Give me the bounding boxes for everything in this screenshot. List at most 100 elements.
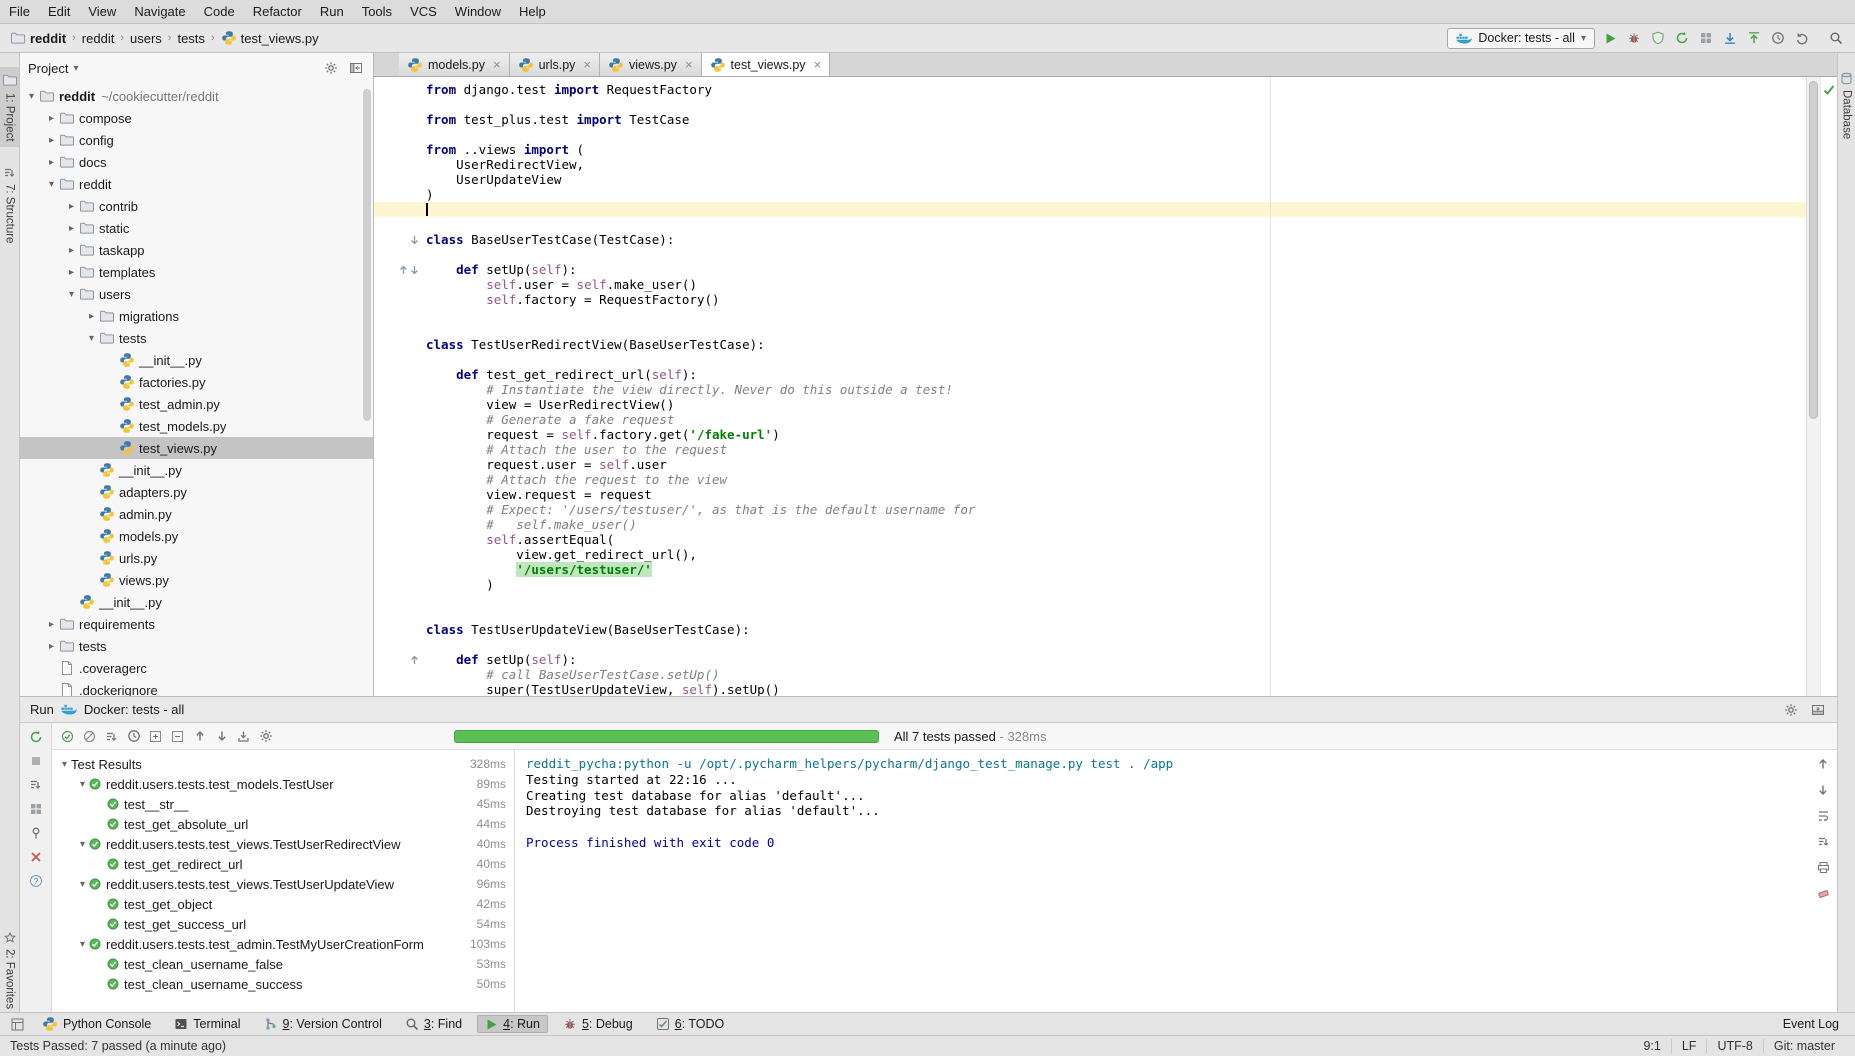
tool-window-button-python-console[interactable]: Python Console (34, 1014, 159, 1034)
collapse-arrow-icon[interactable]: ▾ (84, 333, 99, 344)
vcs-up-button[interactable] (1743, 27, 1765, 49)
tree-item-compose[interactable]: ▸compose (20, 107, 373, 129)
code-line[interactable] (374, 307, 1806, 322)
tree-item-admin-py[interactable]: admin.py (20, 503, 373, 525)
menu-view[interactable]: View (79, 0, 125, 23)
code-line[interactable]: request = self.factory.get('/fake-url') (374, 427, 1806, 442)
code-line[interactable]: class TestUserRedirectView(BaseUserTestC… (374, 337, 1806, 352)
expand-arrow-icon[interactable]: ▸ (44, 619, 59, 630)
collapse-arrow-icon[interactable]: ▾ (76, 879, 89, 890)
test-row-reddit-users-tests-test-views-testuserredirectview[interactable]: ▾reddit.users.tests.test_views.TestUserR… (52, 834, 514, 854)
code-line[interactable]: def test_get_redirect_url(self): (374, 367, 1806, 382)
code-line[interactable]: # Attach the user to the request (374, 442, 1806, 457)
collapse-arrow-icon[interactable]: ▾ (58, 759, 71, 770)
close-icon[interactable]: × (583, 57, 591, 72)
code-line[interactable]: ) (374, 577, 1806, 592)
collapse-arrow-icon[interactable]: ▾ (64, 289, 79, 300)
revert-button[interactable] (1791, 27, 1813, 49)
grid-button[interactable] (26, 799, 45, 818)
test-row-test-clean-username-success[interactable]: test_clean_username_success50ms (52, 974, 514, 994)
status-widget-utf-8[interactable]: UTF-8 (1706, 1039, 1762, 1053)
code-line[interactable]: # call BaseUserTestCase.setUp() (374, 667, 1806, 682)
menu-edit[interactable]: Edit (39, 0, 79, 23)
override-marker-icon[interactable] (399, 265, 408, 275)
tool-tab-1-project[interactable]: 1: Project (0, 67, 19, 147)
code-line[interactable]: def setUp(self): (374, 262, 1806, 277)
stop-button[interactable] (26, 751, 45, 770)
tool-window-button-debug[interactable]: 5: Debug (555, 1015, 641, 1033)
tree-item-static[interactable]: ▸static (20, 217, 373, 239)
code-line[interactable] (374, 202, 1806, 217)
vcs-down-button[interactable] (1719, 27, 1741, 49)
tree-item-init-py[interactable]: __init__.py (20, 349, 373, 371)
code-line[interactable] (374, 607, 1806, 622)
editor-scrollbar-thumb[interactable] (1809, 81, 1818, 419)
tree-item-requirements[interactable]: ▸requirements (20, 613, 373, 635)
clock-button[interactable] (1767, 27, 1789, 49)
tool-tab-2-favorites[interactable]: 2: Favorites (0, 927, 19, 1014)
minus-box-button[interactable] (168, 727, 187, 746)
breadcrumb-item-reddit[interactable]: reddit (8, 29, 68, 47)
menu-navigate[interactable]: Navigate (125, 0, 194, 23)
code-line[interactable] (374, 127, 1806, 142)
tree-item-views-py[interactable]: views.py (20, 569, 373, 591)
settings-button[interactable] (1781, 700, 1800, 719)
code-line[interactable]: super(TestUserUpdateView, self).setUp() (374, 682, 1806, 696)
code-line[interactable] (374, 97, 1806, 112)
code-line[interactable]: view.request = request (374, 487, 1806, 502)
tree-item-init-py[interactable]: __init__.py (20, 459, 373, 481)
plus-box-button[interactable] (146, 727, 165, 746)
expand-arrow-icon[interactable]: ▸ (64, 267, 79, 278)
window-switcher-button[interactable] (8, 1015, 27, 1034)
test-row-test-get-success-url[interactable]: test_get_success_url54ms (52, 914, 514, 934)
expand-arrow-icon[interactable]: ▸ (44, 135, 59, 146)
rerun-button[interactable] (1671, 27, 1693, 49)
tree-item-users[interactable]: ▾users (20, 283, 373, 305)
code-line[interactable]: from django.test import RequestFactory (374, 82, 1806, 97)
tree-item-tests[interactable]: ▸tests (20, 635, 373, 657)
code-line[interactable]: # self.make_user() (374, 517, 1806, 532)
code-line[interactable] (374, 247, 1806, 262)
project-scrollbar[interactable] (363, 89, 371, 421)
code-line[interactable]: request.user = self.user (374, 457, 1806, 472)
test-row-test-results[interactable]: ▾Test Results328ms (52, 754, 514, 774)
tree-item-test-views-py[interactable]: test_views.py (20, 437, 373, 459)
tool-window-button-todo[interactable]: 6: TODO (648, 1015, 733, 1033)
code-line[interactable]: self.assertEqual( (374, 532, 1806, 547)
close-icon[interactable]: × (493, 57, 501, 72)
bug-button[interactable] (1623, 27, 1645, 49)
collapse-arrow-icon[interactable]: ▾ (76, 839, 89, 850)
expand-arrow-icon[interactable]: ▸ (44, 641, 59, 652)
expand-arrow-icon[interactable]: ▸ (44, 157, 59, 168)
sort-lines-button[interactable] (1814, 832, 1833, 851)
inspections-ok-icon[interactable] (1823, 84, 1835, 96)
tree-item-adapters-py[interactable]: adapters.py (20, 481, 373, 503)
tool-window-button-event-log[interactable]: Event Log (1775, 1015, 1847, 1033)
tree-item-dockerignore[interactable]: .dockerignore (20, 679, 373, 696)
tree-item-docs[interactable]: ▸docs (20, 151, 373, 173)
search-button[interactable] (1825, 27, 1847, 49)
breadcrumb-item-users[interactable]: users (128, 30, 164, 47)
editor-tab-models-py[interactable]: models.py× (399, 53, 510, 76)
tree-item-reddit[interactable]: ▾reddit~/cookiecutter/reddit (20, 85, 373, 107)
code-line[interactable]: # Generate a fake request (374, 412, 1806, 427)
tree-item-urls-py[interactable]: urls.py (20, 547, 373, 569)
tree-item-test-admin-py[interactable]: test_admin.py (20, 393, 373, 415)
tool-tab-7-structure[interactable]: 7: Structure (0, 161, 19, 248)
tool-tab-database[interactable]: Database (1838, 67, 1855, 144)
code-line[interactable]: class BaseUserTestCase(TestCase): (374, 232, 1806, 247)
tree-item-test-models-py[interactable]: test_models.py (20, 415, 373, 437)
test-row-reddit-users-tests-test-models-testuser[interactable]: ▾reddit.users.tests.test_models.TestUser… (52, 774, 514, 794)
code-line[interactable] (374, 352, 1806, 367)
eraser-button[interactable] (1814, 884, 1833, 903)
code-line[interactable]: class TestUserUpdateView(BaseUserTestCas… (374, 622, 1806, 637)
tree-item-migrations[interactable]: ▸migrations (20, 305, 373, 327)
grid-button[interactable] (1695, 27, 1717, 49)
editor-scrollbar[interactable] (1806, 77, 1820, 696)
breadcrumb-item-test-views-py[interactable]: test_views.py (219, 29, 321, 47)
check-circle-button[interactable] (58, 727, 77, 746)
sort-lines-button[interactable] (26, 775, 45, 794)
expand-arrow-icon[interactable]: ▸ (64, 223, 79, 234)
menu-run[interactable]: Run (311, 0, 353, 23)
tool-window-button-terminal[interactable]: Terminal (166, 1015, 248, 1033)
